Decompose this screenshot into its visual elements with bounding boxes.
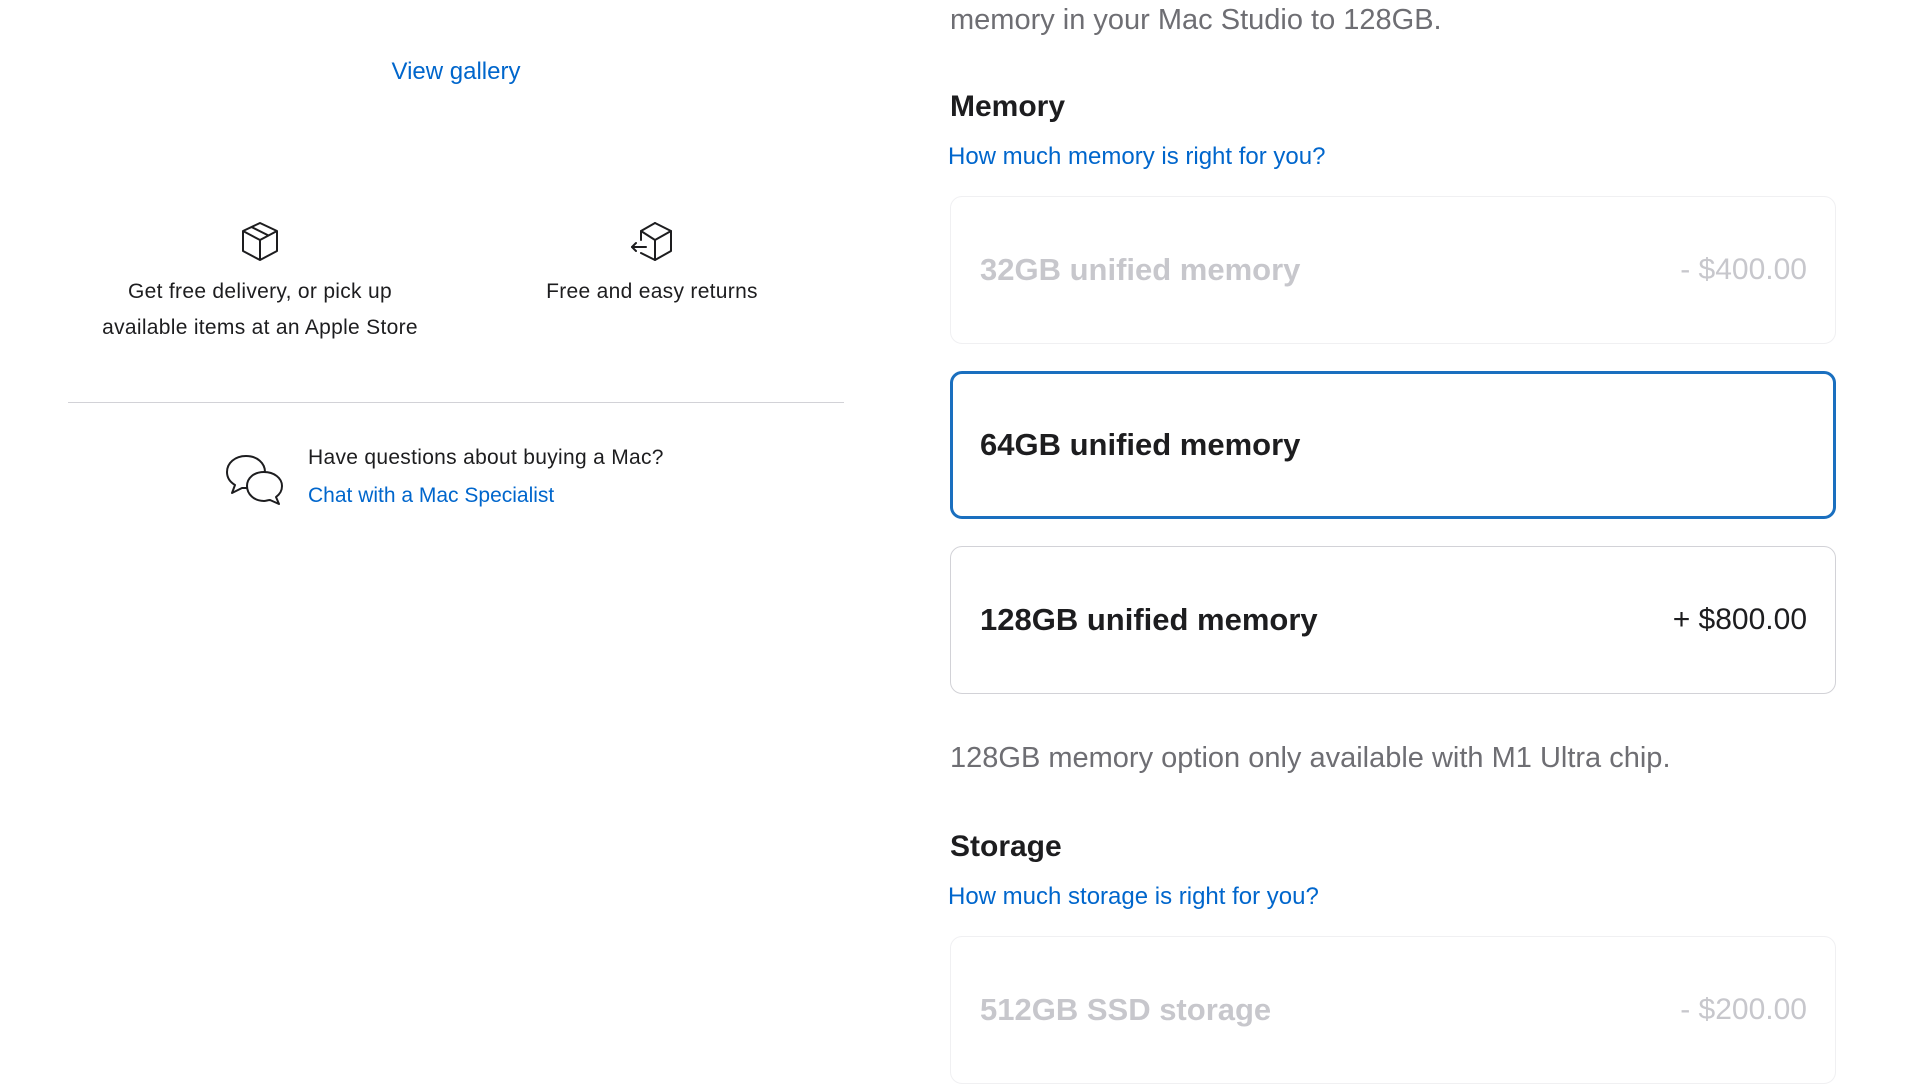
- returns-feature: Free and easy returns: [460, 218, 844, 310]
- option-price: - $400.00: [1680, 253, 1807, 286]
- right-column: memory in your Mac Studio to 128GB. Memo…: [948, 0, 1840, 1084]
- chat-question: Have questions about buying a Mac?: [308, 446, 664, 469]
- memory-option-128gb[interactable]: 128GB unified memory + $800.00: [950, 546, 1836, 694]
- memory-option-64gb[interactable]: 64GB unified memory: [950, 371, 1836, 519]
- storage-option-512gb[interactable]: 512GB SSD storage - $200.00: [950, 936, 1836, 1084]
- left-column: View gallery Get free delivery, or pick …: [68, 0, 844, 1080]
- returns-text: Free and easy returns: [546, 280, 758, 303]
- box-return-icon: [631, 222, 672, 261]
- storage-help-link[interactable]: How much storage is right for you?: [948, 883, 1319, 911]
- memory-note: 128GB memory option only available with …: [950, 742, 1671, 774]
- memory-heading: Memory: [950, 90, 1066, 123]
- memory-option-32gb[interactable]: 32GB unified memory - $400.00: [950, 196, 1836, 344]
- option-price: + $800.00: [1672, 603, 1807, 636]
- option-price: - $200.00: [1680, 993, 1807, 1026]
- option-label: 512GB SSD storage: [980, 992, 1272, 1027]
- storage-heading: Storage: [950, 830, 1062, 863]
- chat-bubbles-icon: [226, 455, 283, 505]
- option-label: 32GB unified memory: [980, 252, 1301, 287]
- view-gallery-link[interactable]: View gallery: [68, 58, 844, 86]
- delivery-feature: Get free delivery, or pick up available …: [68, 218, 452, 346]
- box-icon: [242, 222, 278, 261]
- intro-text: memory in your Mac Studio to 128GB.: [950, 4, 1442, 36]
- option-label: 128GB unified memory: [980, 602, 1318, 637]
- memory-help-link[interactable]: How much memory is right for you?: [948, 143, 1325, 171]
- option-label: 64GB unified memory: [980, 427, 1301, 462]
- delivery-text-line2: available items at an Apple Store: [102, 316, 418, 339]
- chat-specialist-link[interactable]: Chat with a Mac Specialist: [308, 484, 554, 508]
- chat-block: Have questions about buying a Mac? Chat …: [224, 446, 784, 526]
- section-divider: [68, 402, 844, 403]
- delivery-text-line1: Get free delivery, or pick up: [128, 280, 392, 303]
